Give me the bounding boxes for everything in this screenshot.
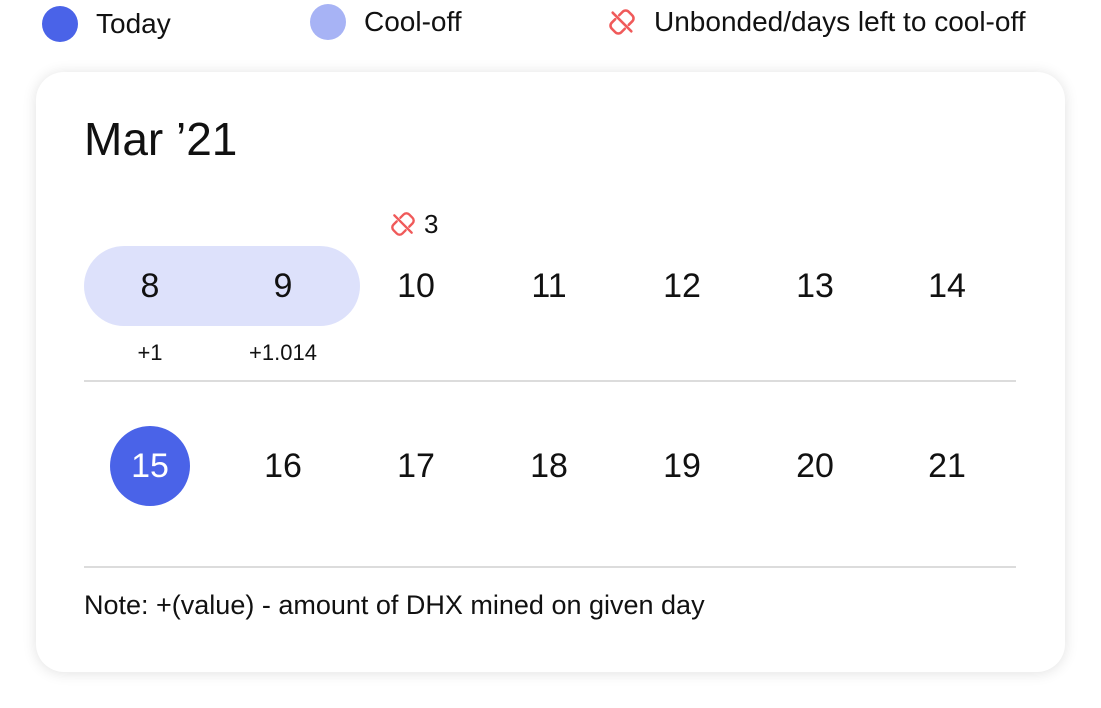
legend-item-unbonded: Unbonded/days left to cool-off [608, 4, 1026, 40]
day-number: 11 [531, 267, 567, 305]
today-dot-icon [42, 6, 78, 42]
day-mined-amount: +1 [137, 340, 163, 365]
calendar-day-17[interactable]: 17 [350, 382, 482, 572]
calendar-day-10[interactable]: 3 10 [350, 190, 482, 380]
broken-link-icon [391, 212, 415, 236]
calendar-day-8[interactable]: 8 +1 [84, 190, 216, 380]
day-number: 10 [397, 267, 435, 305]
calendar-day-15-today[interactable]: 15 [84, 382, 216, 572]
week-row: 8 +1 9 +1.014 3 10 11 12 13 14 [84, 190, 1016, 380]
calendar-day-13[interactable]: 13 [749, 190, 881, 380]
calendar-day-20[interactable]: 20 [749, 382, 881, 572]
calendar-day-21[interactable]: 21 [881, 382, 1013, 572]
calendar-card: Mar ’21 8 +1 9 +1.014 3 10 11 12 13 14 1… [36, 72, 1065, 672]
day-number: 16 [264, 447, 302, 485]
day-number: 17 [397, 447, 435, 485]
unbonded-marker: 3 [390, 208, 438, 240]
day-number: 19 [663, 447, 701, 485]
cooloff-dot-icon [310, 4, 346, 40]
day-number: 12 [663, 267, 701, 305]
day-number: 18 [530, 447, 568, 485]
calendar-day-14[interactable]: 14 [881, 190, 1013, 380]
day-number: 21 [928, 447, 966, 485]
week-divider [84, 566, 1016, 568]
broken-link-icon [609, 9, 635, 35]
legend-item-cooloff: Cool-off [310, 4, 462, 40]
day-number: 15 [131, 447, 169, 485]
unbonded-days-left: 3 [424, 208, 439, 239]
calendar-day-12[interactable]: 12 [616, 190, 748, 380]
calendar-day-11[interactable]: 11 [483, 190, 615, 380]
calendar-day-18[interactable]: 18 [483, 382, 615, 572]
day-number: 14 [928, 267, 966, 305]
legend: Today Cool-off Unbonded/days left to coo… [0, 0, 1101, 52]
calendar-day-19[interactable]: 19 [616, 382, 748, 572]
mined-note: Note: +(value) - amount of DHX mined on … [84, 590, 705, 620]
legend-label-cooloff: Cool-off [364, 6, 462, 37]
calendar-day-9[interactable]: 9 +1.014 [217, 190, 349, 380]
day-number: 8 [140, 267, 160, 305]
month-title: Mar ’21 [84, 113, 238, 165]
day-number: 9 [273, 267, 293, 305]
legend-label-today: Today [96, 8, 171, 39]
day-number: 13 [796, 267, 834, 305]
day-mined-amount: +1.014 [249, 340, 317, 365]
week-row: 15 16 17 18 19 20 21 [84, 382, 1016, 566]
calendar-day-16[interactable]: 16 [217, 382, 349, 572]
legend-label-unbonded: Unbonded/days left to cool-off [654, 6, 1026, 37]
legend-item-today: Today [42, 6, 171, 42]
day-number: 20 [796, 447, 834, 485]
